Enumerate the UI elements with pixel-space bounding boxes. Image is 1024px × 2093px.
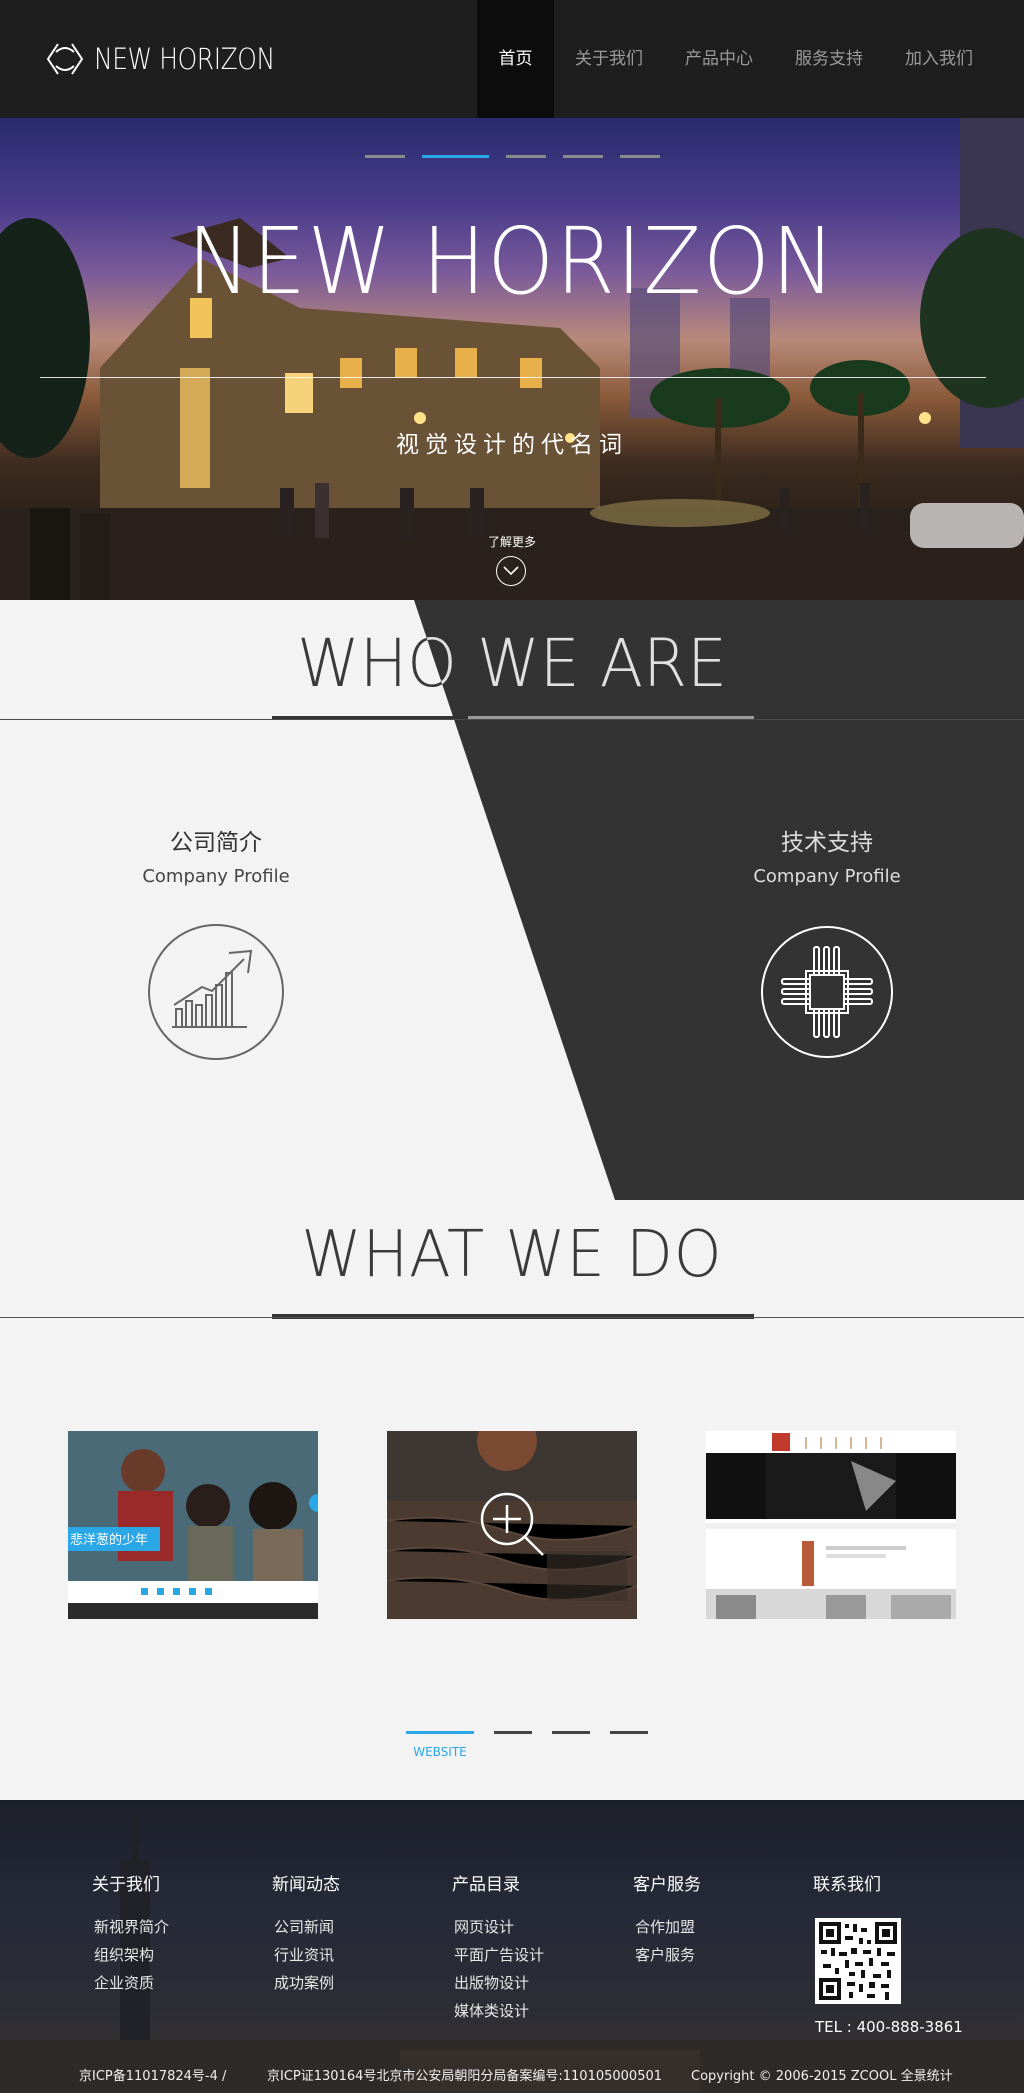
- portfolio-card-zoom[interactable]: [387, 1431, 637, 1619]
- footer-col-contact: 联系我们: [813, 1870, 881, 1913]
- hero-slide-dot[interactable]: [620, 155, 660, 158]
- footer-heading: 联系我们: [813, 1875, 881, 1895]
- icp-record[interactable]: 京ICP备11017824号-4 /: [79, 2065, 226, 2084]
- company-intro-subtitle: Company Profile: [142, 866, 290, 887]
- footer-col-news: 新闻动态 公司新闻 行业资讯 成功案例: [272, 1870, 340, 1997]
- footer-heading: 产品目录: [452, 1875, 520, 1895]
- who-title-wrap: WHO WE ARE WHO WE ARE: [0, 600, 1024, 720]
- hero-scene-image: [0, 118, 1024, 600]
- who-divider: [0, 719, 1024, 720]
- nav-item-about[interactable]: 关于我们: [554, 0, 664, 118]
- footer-col-service: 客户服务 合作加盟 客户服务: [633, 1870, 701, 1969]
- footer-link[interactable]: 组织架构: [92, 1941, 169, 1969]
- footer-link[interactable]: 成功案例: [272, 1969, 340, 1997]
- what-divider: [0, 1317, 1024, 1318]
- hero-subtitle: 视觉设计的代名词: [396, 432, 628, 458]
- site-footer: 关于我们 新视界简介 组织架构 企业资质 新闻动态 公司新闻 行业资讯 成功案例…: [0, 1800, 1024, 2093]
- portfolio-card-photo[interactable]: 悲洋葱的少年: [68, 1431, 318, 1619]
- icp-license[interactable]: 京ICP证130164号北京市公安局朝阳分局备案编号:110105000501: [267, 2065, 662, 2084]
- who-we-are-section: WHO WE ARE WHO WE ARE 公司简介 Company Profi…: [0, 600, 1024, 1200]
- footer-link[interactable]: 媒体类设计: [452, 1997, 544, 2025]
- contact-phone: TEL : 400-888-3861: [815, 2018, 963, 2036]
- portfolio-thumbnail-1: [68, 1431, 318, 1619]
- footer-link[interactable]: 客户服务: [633, 1941, 701, 1969]
- footer-heading: 客户服务: [633, 1875, 701, 1895]
- footer-link[interactable]: 行业资讯: [272, 1941, 340, 1969]
- hero-title: NEW HORIZON: [187, 208, 837, 315]
- footer-link[interactable]: 出版物设计: [452, 1969, 544, 1997]
- hero-divider: [40, 377, 986, 378]
- footer-link[interactable]: 公司新闻: [272, 1913, 340, 1941]
- logo-text: NEW HORIZON: [94, 42, 275, 76]
- portfolio-tab[interactable]: [406, 1731, 474, 1734]
- chevron-down-icon: [503, 566, 519, 576]
- logo[interactable]: NEW HORIZON: [44, 38, 304, 80]
- footer-col-about: 关于我们 新视界简介 组织架构 企业资质: [92, 1870, 169, 1997]
- footer-heading: 关于我们: [92, 1875, 160, 1895]
- nav-item-products[interactable]: 产品中心: [664, 0, 774, 118]
- chart-growth-icon[interactable]: [147, 923, 285, 1061]
- tech-support-title: 技术支持: [781, 830, 873, 856]
- portfolio-tab-label[interactable]: WEBSITE: [406, 1745, 474, 1759]
- copyright: Copyright © 2006-2015 ZCOOL 全景统计: [691, 2069, 953, 2084]
- footer-link[interactable]: 网页设计: [452, 1913, 544, 1941]
- footer-link[interactable]: 平面广告设计: [452, 1941, 544, 1969]
- portfolio-tab-indicators: [406, 1731, 648, 1734]
- portfolio-tab[interactable]: [494, 1731, 532, 1734]
- portfolio-card-web[interactable]: [706, 1431, 956, 1619]
- footer-heading: 新闻动态: [272, 1875, 340, 1895]
- hero-slide-indicators: [365, 155, 660, 158]
- what-we-do-section: WHAT WE DO 悲洋葱的少年 WEBSITE: [0, 1200, 1024, 1800]
- nav-item-service[interactable]: 服务支持: [774, 0, 884, 118]
- hero-slide-dot[interactable]: [365, 155, 405, 158]
- site-header: NEW HORIZON 首页 关于我们 产品中心 服务支持 加入我们: [0, 0, 1024, 118]
- hero-slide-dot[interactable]: [563, 155, 603, 158]
- learn-more-button[interactable]: [496, 556, 526, 586]
- hero-banner: NEW HORIZON 视觉设计的代名词 了解更多: [0, 118, 1024, 600]
- main-nav: 首页 关于我们 产品中心 服务支持 加入我们: [477, 0, 994, 118]
- portfolio-tab[interactable]: [552, 1731, 590, 1734]
- portfolio-thumbnail-2: [387, 1431, 637, 1619]
- tech-support-subtitle: Company Profile: [753, 866, 901, 887]
- chip-icon[interactable]: [758, 923, 896, 1061]
- footer-col-products: 产品目录 网页设计 平面广告设计 出版物设计 媒体类设计: [452, 1870, 544, 2025]
- nav-item-home[interactable]: 首页: [477, 0, 554, 118]
- portfolio-thumbnail-3: [706, 1431, 956, 1619]
- card-caption: 悲洋葱的少年: [70, 1533, 149, 1548]
- learn-more-label[interactable]: 了解更多: [0, 533, 1024, 550]
- portfolio-tab[interactable]: [610, 1731, 648, 1734]
- nav-item-join[interactable]: 加入我们: [884, 0, 994, 118]
- logo-mark-icon: [46, 43, 84, 75]
- hero-slide-dot[interactable]: [422, 155, 489, 158]
- footer-link[interactable]: 合作加盟: [633, 1913, 701, 1941]
- hero-slide-dot[interactable]: [506, 155, 546, 158]
- qr-code-icon: [815, 1918, 901, 2004]
- company-intro-title: 公司简介: [170, 830, 262, 856]
- what-title: WHAT WE DO: [301, 1218, 723, 1292]
- footer-link[interactable]: 企业资质: [92, 1969, 169, 1997]
- footer-link[interactable]: 新视界简介: [92, 1913, 169, 1941]
